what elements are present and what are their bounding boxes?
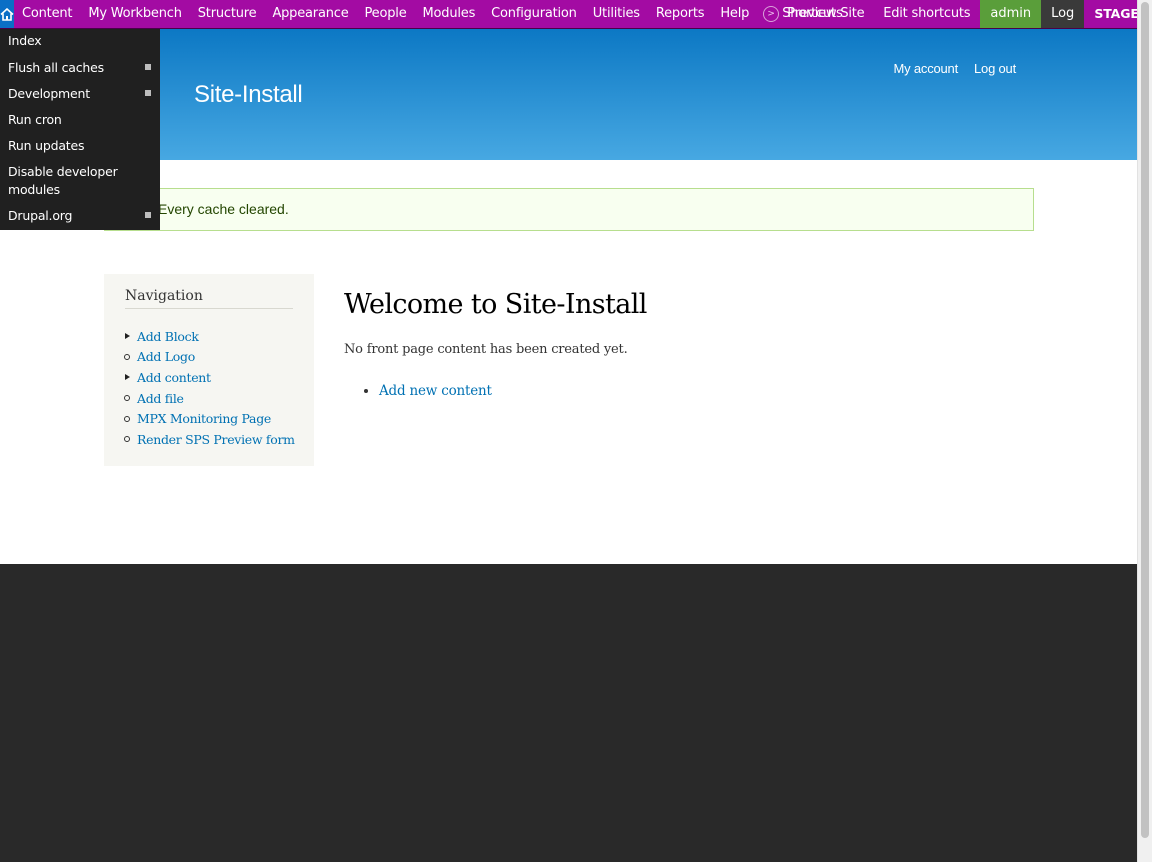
menu-help[interactable]: Help [712, 0, 757, 28]
menu-utilities[interactable]: Utilities [585, 0, 648, 28]
page-title: Welcome to Site-Install [344, 289, 647, 320]
list-item: Add Block [124, 326, 295, 347]
expand-triangle-icon [124, 333, 137, 340]
navigation-title: Navigation [125, 288, 293, 309]
page-footer [0, 564, 1137, 862]
dropdown-item-disable-dev-modules[interactable]: Disable developer modules [8, 163, 123, 199]
navigation-block: Navigation Add Block Add Logo Add conten… [104, 274, 314, 466]
menu-configuration[interactable]: Configuration [483, 0, 585, 28]
menu-my-workbench[interactable]: My Workbench [80, 0, 189, 28]
shortcuts-overlap: Shortcuts Preview Site [779, 0, 871, 28]
main-links: Add new content [364, 383, 492, 399]
add-new-content-link[interactable]: Add new content [379, 383, 492, 399]
status-message: Every cache cleared. [104, 188, 1034, 231]
utilities-dropdown: Index Flush all caches Development Run c… [0, 29, 160, 230]
dropdown-item-label: Drupal.org [8, 208, 73, 223]
leaf-circle-icon [124, 436, 137, 443]
list-item: Add file [124, 388, 295, 409]
dropdown-item-development[interactable]: Development [8, 85, 154, 103]
dropdown-item-label: Index [8, 33, 42, 48]
my-account-link[interactable]: My account [894, 61, 959, 76]
status-message-text: Every cache cleared. [158, 201, 289, 217]
site-header: Site-Install My account Log out [0, 29, 1137, 160]
dropdown-item-label: Development [8, 86, 90, 101]
admin-toolbar: Content My Workbench Structure Appearanc… [0, 0, 1149, 49]
nav-link-add-logo[interactable]: Add Logo [137, 349, 195, 364]
list-item: Add Logo [124, 347, 295, 368]
nav-link-mpx-monitoring[interactable]: MPX Monitoring Page [137, 411, 271, 426]
menu-content[interactable]: Content [14, 0, 80, 28]
leaf-circle-icon [124, 415, 137, 422]
shortcuts-area: > Shortcuts Preview Site [757, 0, 871, 28]
scrollbar-thumb[interactable] [1141, 2, 1149, 838]
dropdown-item-label: Run updates [8, 138, 85, 153]
site-name[interactable]: Site-Install [194, 81, 303, 109]
header-logout-link[interactable]: Log out [974, 61, 1016, 76]
front-page-message: No front page content has been created y… [344, 342, 628, 357]
menu-reports[interactable]: Reports [648, 0, 712, 28]
leaf-circle-icon [124, 395, 137, 402]
submenu-arrow-icon [145, 90, 151, 96]
vertical-scrollbar[interactable] [1137, 0, 1152, 862]
submenu-arrow-icon [145, 64, 151, 70]
submenu-arrow-icon [145, 212, 151, 218]
user-admin-tab[interactable]: admin [980, 0, 1042, 28]
navigation-list: Add Block Add Logo Add content Add file … [124, 326, 295, 450]
toolbar-menu: Content My Workbench Structure Appearanc… [14, 0, 757, 28]
menu-people[interactable]: People [357, 0, 415, 28]
dropdown-item-label: Disable developer modules [8, 164, 118, 197]
nav-link-add-content[interactable]: Add content [137, 370, 211, 385]
dropdown-item-label: Run cron [8, 112, 62, 127]
bullet-icon [364, 389, 368, 393]
dropdown-item-label: Flush all caches [8, 60, 104, 75]
shortcuts-toggle-icon[interactable]: > [763, 6, 780, 22]
home-button[interactable] [0, 0, 14, 28]
list-item: Add new content [364, 383, 492, 399]
menu-appearance[interactable]: Appearance [264, 0, 356, 28]
leaf-circle-icon [124, 353, 137, 360]
edit-shortcuts-link[interactable]: Edit shortcuts [871, 0, 980, 28]
home-icon [0, 7, 14, 21]
preview-site-link[interactable]: Preview Site [787, 0, 864, 28]
expand-triangle-icon [124, 374, 137, 381]
menu-structure[interactable]: Structure [190, 0, 265, 28]
dropdown-item-flush-caches[interactable]: Flush all caches [8, 59, 154, 77]
nav-link-add-file[interactable]: Add file [137, 391, 184, 406]
toolbar-logout-tab[interactable]: Log out [1041, 0, 1085, 49]
dropdown-item-index[interactable]: Index [8, 32, 154, 50]
nav-link-add-block[interactable]: Add Block [137, 329, 199, 344]
nav-link-render-sps-preview[interactable]: Render SPS Preview form [137, 432, 295, 447]
dropdown-item-run-cron[interactable]: Run cron [8, 111, 154, 129]
dropdown-item-drupal-org[interactable]: Drupal.org [8, 207, 154, 225]
list-item: Add content [124, 367, 295, 388]
list-item: MPX Monitoring Page [124, 408, 295, 429]
menu-modules[interactable]: Modules [415, 0, 484, 28]
user-links: My account Log out [894, 61, 1017, 76]
dropdown-item-run-updates[interactable]: Run updates [8, 137, 154, 155]
list-item: Render SPS Preview form [124, 429, 295, 450]
